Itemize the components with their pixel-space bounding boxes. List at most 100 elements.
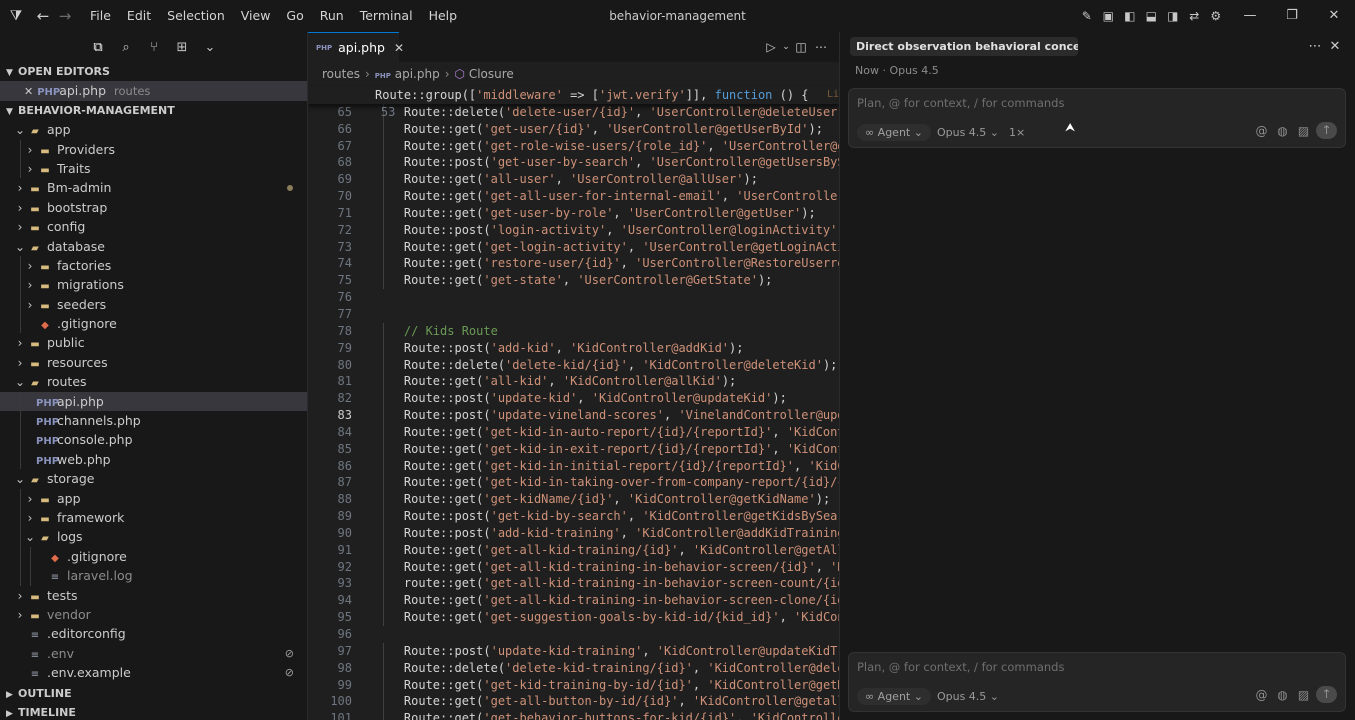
code-line[interactable]: 81 Route::get('all-kid', 'KidController@… (308, 373, 839, 391)
chat-composer-top[interactable]: Plan, @ for context, / for commands ∞ Ag… (848, 88, 1346, 148)
toggle-secondary-sidebar-icon[interactable]: ◨ (1162, 9, 1184, 23)
search-icon[interactable]: ⌕ (112, 40, 140, 55)
code-line[interactable]: 67 Route::get('get-role-wise-users/{role… (308, 137, 839, 155)
toggle-bottom-panel-icon[interactable]: ⬓ (1141, 9, 1163, 23)
menu-edit[interactable]: Edit (119, 0, 159, 32)
send-icon[interactable]: ↑ (1316, 686, 1337, 703)
open-editor-item[interactable]: ✕ PHP api.php routes (0, 81, 307, 101)
project-header[interactable]: ▼ BEHAVIOR-MANAGEMENT (0, 101, 307, 120)
run-icon[interactable]: ▷ (761, 40, 781, 54)
breadcrumb-symbol[interactable]: Closure (469, 67, 514, 81)
code-line[interactable]: 87 Route::get('get-kid-in-taking-over-fr… (308, 474, 839, 492)
tree-item[interactable]: › ▬ resources (0, 353, 307, 372)
more-options-icon[interactable]: ⋯ (1305, 39, 1325, 54)
tree-item[interactable]: ⌄ ▰ database (0, 237, 307, 256)
code-line[interactable]: 74 Route::get('restore-user/{id}', 'User… (308, 255, 839, 273)
toggle-sidebar-icon[interactable]: ◧ (1119, 9, 1141, 23)
menu-run[interactable]: Run (312, 0, 352, 32)
composer-input[interactable]: Plan, @ for context, / for commands (857, 660, 1064, 674)
agent-mode-dropdown[interactable]: ∞ Agent ⌄ (857, 687, 931, 705)
tree-item[interactable]: PHPconsole.php (0, 430, 307, 450)
close-icon[interactable]: ✕ (24, 85, 33, 98)
code-line[interactable]: 73 Route::get('get-login-activity', 'Use… (308, 238, 839, 256)
tree-item[interactable]: › ▬ Traits (0, 158, 307, 179)
tree-item[interactable]: ≡ .editorconfig (0, 624, 307, 643)
tree-item[interactable]: ≡ laravel.log (0, 566, 307, 586)
code-line[interactable]: 76 (308, 289, 839, 306)
tree-item[interactable]: ≡ .env.example ⊘ (0, 663, 307, 682)
breadcrumb-file[interactable]: api.php (395, 67, 440, 81)
tree-item[interactable]: › ▬ tests (0, 586, 307, 605)
code-line[interactable]: 93 route::get('get-all-kid-training-in-b… (308, 575, 839, 593)
code-line[interactable]: 77 (308, 306, 839, 323)
tree-item[interactable]: ≡ .env ⊘ (0, 644, 307, 663)
chat-composer-bottom[interactable]: Plan, @ for context, / for commands ∞ Ag… (848, 652, 1346, 712)
code-line[interactable]: 83 Route::post('update-vineland-scores',… (308, 407, 839, 424)
code-line[interactable]: 79 Route::post('add-kid', 'KidController… (308, 339, 839, 357)
code-line[interactable]: 75 Route::get('get-state', 'UserControll… (308, 272, 839, 290)
image-icon[interactable]: ▨ (1293, 688, 1314, 702)
tree-item[interactable]: ⌄ ▰ routes (0, 372, 307, 391)
outline-header[interactable]: ▶ OUTLINE (0, 684, 307, 703)
timeline-header[interactable]: ▶ TIMELINE (0, 703, 307, 720)
tree-item[interactable]: › ▬ app (0, 488, 307, 508)
code-line[interactable]: 72 Route::post('login-activity', 'UserCo… (308, 221, 839, 239)
extensions-icon[interactable]: ⊞ (168, 40, 196, 55)
code-line[interactable]: 71 Route::get('get-user-by-role', 'UserC… (308, 204, 839, 222)
chat-title-tab[interactable]: Direct observation behavioral concerns s… (850, 36, 1078, 56)
tree-item[interactable]: › ▬ Providers (0, 139, 307, 159)
swap-icon[interactable]: ⇄ (1184, 9, 1206, 23)
tree-item[interactable]: ◆ .gitignore (0, 314, 307, 334)
tree-item[interactable]: ⌄ ▰ logs (0, 527, 307, 547)
code-line[interactable]: 68 Route::post('get-user-by-search', 'Us… (308, 154, 839, 172)
model-selector[interactable]: Opus 4.5 ⌄ (937, 126, 999, 139)
mention-icon[interactable]: @ (1251, 688, 1272, 702)
code-line[interactable]: 80 Route::delete('delete-kid/{id}', 'Kid… (308, 356, 839, 374)
explorer-files-icon[interactable]: ⧉ (84, 40, 112, 55)
breadcrumb-folder[interactable]: routes (322, 67, 360, 81)
image-icon[interactable]: ▨ (1293, 124, 1314, 138)
tree-item[interactable]: ⌄ ▰ app (0, 120, 307, 139)
tree-item[interactable]: › ▬ vendor (0, 605, 307, 624)
tree-item[interactable]: ⌄ ▰ storage (0, 469, 307, 488)
code-line[interactable]: 85 Route::get('get-kid-in-exit-report/{i… (308, 440, 839, 458)
tree-item[interactable]: › ▬ framework (0, 507, 307, 528)
globe-icon[interactable]: ◍ (1272, 688, 1293, 702)
menu-help[interactable]: Help (421, 0, 466, 32)
code-line[interactable]: 69 Route::get('all-user', 'UserControlle… (308, 171, 839, 189)
code-line[interactable]: 97 Route::post('update-kid-training', 'K… (308, 642, 839, 660)
code-line[interactable]: 99 Route::get('get-kid-training-by-id/{i… (308, 676, 839, 694)
restore-icon[interactable]: ❐ (1271, 0, 1313, 32)
open-editors-header[interactable]: ▼ OPEN EDITORS (0, 62, 307, 81)
code-line[interactable]: 91 Route::get('get-all-kid-training/{id}… (308, 541, 839, 559)
source-control-icon[interactable]: ⑂ (140, 40, 168, 55)
menu-selection[interactable]: Selection (159, 0, 233, 32)
split-editor-icon[interactable]: ◫ (791, 40, 811, 54)
tree-item[interactable]: › ▬ factories (0, 255, 307, 276)
code-line[interactable]: 66 Route::get('get-user/{id}', 'UserCont… (308, 120, 839, 138)
tree-item[interactable]: PHPweb.php (0, 449, 307, 470)
tree-item[interactable]: › ▬ config (0, 217, 307, 236)
tree-item[interactable]: › ▬ public (0, 333, 307, 352)
code-line[interactable]: 98 Route::delete('delete-kid-training/{i… (308, 659, 839, 677)
code-line[interactable]: 82 Route::post('update-kid', 'KidControl… (308, 390, 839, 408)
new-chat-icon[interactable]: ✎ (1076, 9, 1098, 23)
code-line[interactable]: 96 (308, 626, 839, 643)
settings-gear-icon[interactable]: ⚙ (1205, 9, 1227, 23)
code-line[interactable]: 86 Route::get('get-kid-in-initial-report… (308, 457, 839, 475)
run-dropdown-chevron-icon[interactable]: ⌄ (781, 42, 791, 52)
globe-icon[interactable]: ◍ (1272, 124, 1293, 138)
tab-api-php[interactable]: PHP api.php ✕ (308, 32, 404, 62)
mention-icon[interactable]: @ (1251, 124, 1272, 138)
code-line[interactable]: 100 Route::get('get-all-button-by-id/{id… (308, 693, 839, 711)
code-line[interactable]: 90 Route::post('add-kid-training', 'KidC… (308, 524, 839, 542)
model-selector[interactable]: Opus 4.5 ⌄ (937, 690, 999, 703)
menu-terminal[interactable]: Terminal (352, 0, 421, 32)
tree-item[interactable]: PHPchannels.php (0, 411, 307, 431)
code-line[interactable]: 92 Route::get('get-all-kid-training-in-b… (308, 558, 839, 576)
send-icon[interactable]: ↑ (1316, 122, 1337, 139)
agent-mode-dropdown[interactable]: ∞ Agent ⌄ (857, 123, 931, 141)
tree-item[interactable]: ◆ .gitignore (0, 546, 307, 567)
code-line[interactable]: 94 Route::get('get-all-kid-training-in-b… (308, 592, 839, 610)
close-panel-icon[interactable]: ✕ (1325, 39, 1345, 54)
